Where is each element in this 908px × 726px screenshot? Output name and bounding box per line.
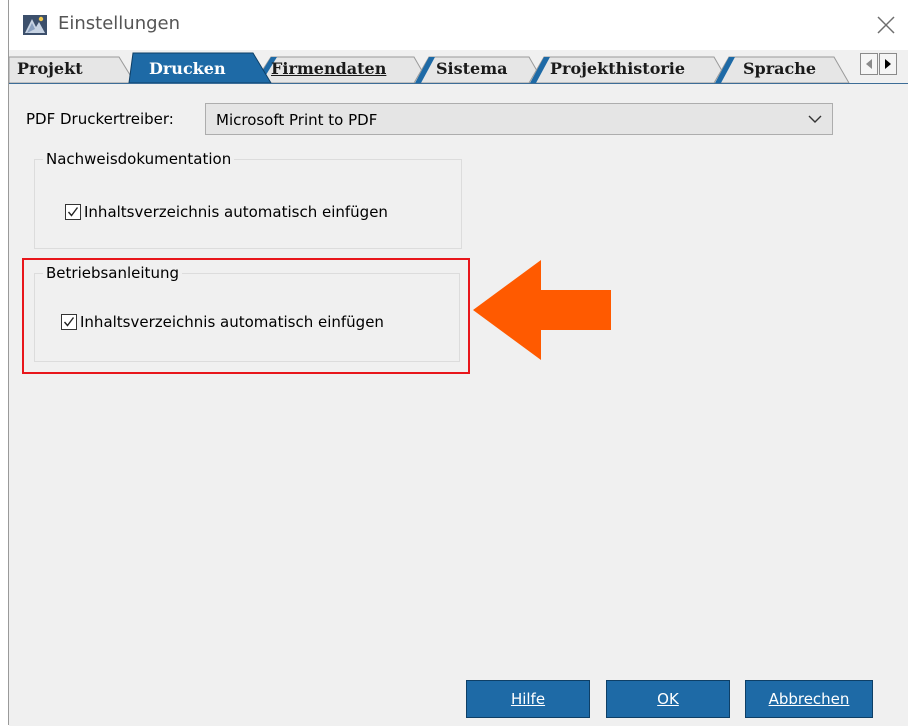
settings-dialog: Einstellungen Projekt Drucken Firmendate… [8, 0, 908, 726]
close-button[interactable] [869, 8, 903, 42]
tab-scroll-right-button[interactable] [879, 53, 897, 75]
tab-panel-drucken: PDF Druckertreiber: Microsoft Print to P… [9, 83, 908, 726]
window-title: Einstellungen [58, 13, 181, 34]
tab-label-projekt: Projekt [17, 59, 83, 78]
tab-label-firmendaten: Firmendaten [271, 59, 387, 78]
pdf-driver-label: PDF Druckertreiber: [26, 110, 174, 128]
cancel-button-label: Abbrechen [768, 690, 850, 708]
cancel-button[interactable]: Abbrechen [745, 680, 873, 718]
chevron-down-icon [808, 115, 822, 123]
triangle-left-icon [866, 59, 872, 69]
arrow-left-icon [473, 260, 611, 360]
close-icon [877, 16, 895, 34]
group-legend-nachweis: Nachweisdokumentation [43, 150, 235, 168]
group-nachweisdokumentation: Nachweisdokumentation Inhaltsverzeichnis… [34, 150, 462, 249]
tab-label-drucken: Drucken [149, 59, 226, 78]
tab-scroll-left-button[interactable] [860, 53, 878, 75]
pdf-driver-select[interactable]: Microsoft Print to PDF [205, 103, 833, 135]
app-logo-icon [23, 15, 47, 35]
checkmark-icon [67, 207, 79, 217]
help-button[interactable]: Hilfe [466, 680, 590, 718]
title-bar: Einstellungen [9, 0, 908, 50]
pdf-driver-value: Microsoft Print to PDF [216, 111, 378, 129]
tab-label-sistema: Sistema [436, 59, 508, 78]
ok-button[interactable]: OK [606, 680, 730, 718]
triangle-right-icon [885, 59, 891, 69]
tab-strip: Projekt Drucken Firmendaten Sistema Proj… [9, 50, 908, 83]
nachweis-toc-label: Inhaltsverzeichnis automatisch einfügen [84, 203, 388, 221]
tab-label-sprache: Sprache [743, 59, 817, 78]
nachweis-toc-checkbox[interactable] [65, 204, 81, 220]
ok-button-label: OK [657, 690, 679, 708]
help-button-label: Hilfe [510, 690, 546, 708]
tab-label-projekthistorie: Projekthistorie [550, 59, 686, 78]
nachweis-toc-checkbox-row[interactable]: Inhaltsverzeichnis automatisch einfügen [65, 203, 388, 221]
highlight-rectangle [22, 258, 470, 374]
